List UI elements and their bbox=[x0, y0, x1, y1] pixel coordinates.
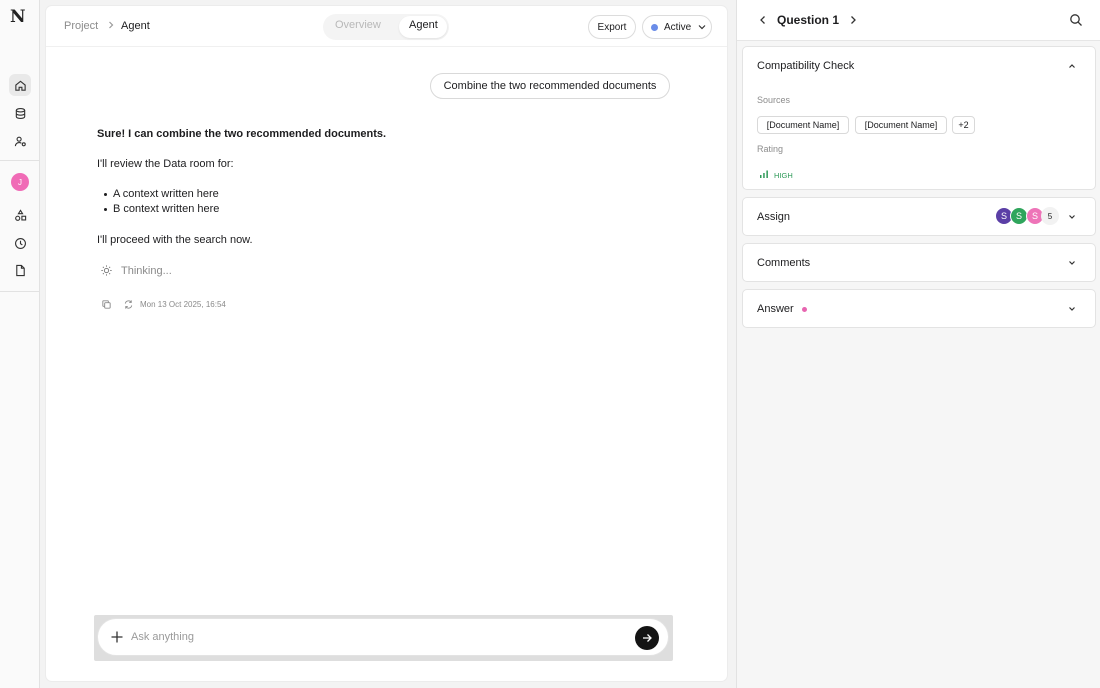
plus-icon[interactable] bbox=[110, 630, 124, 644]
rating-value: HIGH bbox=[774, 171, 793, 180]
assignee-count: 5 bbox=[1041, 207, 1059, 225]
refresh-icon[interactable] bbox=[123, 299, 134, 310]
document-icon bbox=[15, 264, 25, 276]
unread-dot bbox=[802, 307, 807, 312]
chevron-right-icon[interactable] bbox=[847, 14, 859, 26]
copy-icon[interactable] bbox=[101, 299, 112, 310]
tab-overview[interactable]: Overview bbox=[335, 19, 381, 31]
signal-bars-icon bbox=[760, 170, 768, 178]
comments-card[interactable]: Comments bbox=[742, 243, 1096, 282]
shapes-icon bbox=[14, 208, 26, 221]
shapes-button[interactable] bbox=[9, 204, 31, 226]
bullet-dot bbox=[104, 208, 107, 211]
question-header: Question 1 bbox=[737, 0, 1100, 41]
chevron-right-icon bbox=[109, 21, 114, 29]
send-button[interactable] bbox=[635, 626, 659, 650]
compatibility-card: Compatibility Check Sources [Document Na… bbox=[742, 46, 1096, 190]
chat-panel: Project Agent Overview Agent Export Acti… bbox=[46, 6, 727, 681]
status-dot bbox=[651, 24, 658, 31]
list-item: B context written here bbox=[113, 203, 220, 215]
home-button[interactable] bbox=[9, 74, 31, 96]
home-icon bbox=[14, 80, 26, 91]
arrow-right-icon bbox=[643, 634, 652, 642]
ask-input[interactable] bbox=[131, 627, 621, 647]
assistant-title: Sure! I can combine the two recommended … bbox=[97, 128, 387, 140]
question-panel: Question 1 Compatibility Check Sources [… bbox=[736, 0, 1100, 688]
database-icon bbox=[15, 107, 25, 119]
assistant-outro: I'll proceed with the search now. bbox=[97, 234, 253, 246]
user-avatar[interactable]: J bbox=[11, 173, 29, 191]
chevron-up-icon[interactable] bbox=[1067, 61, 1077, 71]
sources-label: Sources bbox=[757, 95, 791, 105]
list-item: A context written here bbox=[113, 188, 219, 200]
tab-agent[interactable]: Agent bbox=[409, 19, 438, 31]
user-message: Combine the two recommended documents bbox=[430, 73, 670, 99]
chevron-left-icon[interactable] bbox=[757, 14, 769, 26]
breadcrumb-project[interactable]: Project bbox=[64, 20, 98, 32]
sun-icon bbox=[101, 265, 112, 276]
thinking-status: Thinking... bbox=[121, 265, 172, 277]
assign-title: Assign bbox=[757, 211, 791, 223]
rail-divider bbox=[0, 291, 40, 292]
answer-card[interactable]: Answer bbox=[742, 289, 1096, 328]
database-button[interactable] bbox=[9, 102, 31, 124]
compatibility-title[interactable]: Compatibility Check bbox=[757, 60, 854, 72]
chat-topbar: Project Agent Overview Agent Export Acti… bbox=[46, 6, 727, 47]
export-button[interactable]: Export bbox=[588, 15, 636, 39]
chevron-down-icon[interactable] bbox=[1067, 304, 1077, 314]
history-button[interactable] bbox=[9, 232, 31, 254]
answer-title: Answer bbox=[757, 303, 794, 315]
comments-title: Comments bbox=[757, 257, 811, 269]
chevron-down-icon[interactable] bbox=[1067, 212, 1077, 222]
question-title: Question 1 bbox=[777, 13, 840, 27]
assign-card[interactable]: Assign S S S 5 bbox=[742, 197, 1096, 236]
composer bbox=[97, 618, 669, 656]
message-timestamp: Mon 13 Oct 2025, 16:54 bbox=[140, 300, 226, 309]
app-logo: N bbox=[10, 7, 26, 27]
chevron-down-icon[interactable] bbox=[1067, 258, 1077, 268]
left-rail: N J bbox=[0, 0, 40, 688]
chevron-down-icon bbox=[698, 25, 706, 30]
composer-container bbox=[94, 615, 673, 661]
user-settings-button[interactable] bbox=[9, 130, 31, 152]
bullet-dot bbox=[104, 193, 107, 196]
documents-button[interactable] bbox=[9, 259, 31, 281]
source-chip[interactable]: [Document Name] bbox=[757, 116, 849, 134]
status-dropdown[interactable]: Active bbox=[642, 15, 712, 39]
search-icon[interactable] bbox=[1069, 13, 1083, 27]
more-sources-chip[interactable]: +2 bbox=[952, 116, 975, 134]
status-label: Active bbox=[664, 22, 692, 33]
source-chip[interactable]: [Document Name] bbox=[855, 116, 947, 134]
assistant-intro: I'll review the Data room for: bbox=[97, 158, 234, 170]
rating-label: Rating bbox=[757, 144, 784, 154]
view-tabs: Overview Agent bbox=[323, 14, 449, 40]
clock-icon bbox=[14, 237, 26, 249]
user-gear-icon bbox=[14, 136, 26, 146]
breadcrumb-agent: Agent bbox=[121, 20, 150, 32]
rail-divider bbox=[0, 160, 40, 161]
